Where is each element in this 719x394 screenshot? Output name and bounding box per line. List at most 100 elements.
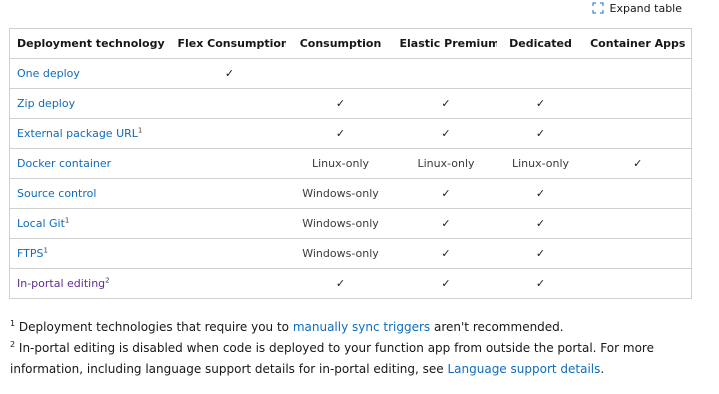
in-portal-editing-link[interactable]: In-portal editing [17, 277, 105, 290]
check-icon: ✓ [535, 97, 546, 110]
flex-consumption-cell [173, 238, 286, 269]
consumption-cell: ✓ [285, 118, 396, 149]
consumption-cell: Windows-only [285, 238, 396, 269]
footnote-2: 2 In-portal editing is disabled when cod… [10, 338, 700, 380]
check-icon: ✓ [441, 277, 451, 290]
deployment-technology-cell: Local Git1 [9, 208, 174, 239]
docker-container-link[interactable]: Docker container [17, 157, 111, 170]
check-icon: ✓ [335, 127, 346, 140]
table-row: Source control Windows-only ✓ ✓ [9, 178, 692, 209]
flex-consumption-cell [173, 208, 286, 239]
deployment-technology-cell: Source control [9, 178, 174, 209]
check-icon: ✓ [335, 277, 346, 290]
zip-deploy-link[interactable]: Zip deploy [17, 97, 75, 110]
elastic-premium-cell: ✓ [395, 268, 497, 299]
table-row: One deploy ✓ [9, 58, 692, 89]
language-support-details-link[interactable]: Language support details [447, 362, 600, 376]
deployment-technology-table: Deployment technology Flex Consumption C… [9, 28, 692, 299]
column-header-deployment-technology: Deployment technology [9, 28, 174, 59]
footnote-1: 1 Deployment technologies that require y… [10, 317, 700, 338]
expand-table-label: Expand table [609, 1, 683, 15]
dedicated-cell: ✓ [496, 238, 585, 269]
footnote-1-text-before: Deployment technologies that require you… [15, 320, 293, 334]
column-header-container-apps: Container Apps [584, 28, 692, 59]
consumption-cell [285, 58, 396, 89]
footnote-2-text-after: . [600, 362, 605, 376]
check-icon: ✓ [535, 277, 546, 290]
deployment-technology-cell: Docker container [9, 148, 174, 179]
footnotes: 1 Deployment technologies that require y… [10, 317, 700, 380]
source-control-link[interactable]: Source control [17, 187, 96, 200]
flex-consumption-cell [173, 148, 286, 179]
container-apps-cell [584, 118, 692, 149]
expand-icon [592, 2, 604, 14]
external-package-url-link[interactable]: External package URL [17, 127, 138, 140]
container-apps-cell [584, 238, 692, 269]
dedicated-cell: ✓ [496, 118, 585, 149]
consumption-cell: Windows-only [285, 178, 396, 209]
consumption-cell: Windows-only [285, 208, 396, 239]
table-row: In-portal editing2 ✓ ✓ ✓ [9, 268, 692, 299]
elastic-premium-cell: ✓ [395, 88, 497, 119]
table-row: Zip deploy ✓ ✓ ✓ [9, 88, 692, 119]
consumption-cell: Linux-only [285, 148, 396, 179]
elastic-premium-cell: ✓ [395, 238, 497, 269]
check-icon: ✓ [441, 247, 451, 260]
container-apps-cell [584, 178, 692, 209]
container-apps-cell [584, 208, 692, 239]
dedicated-cell: ✓ [496, 208, 585, 239]
deployment-technology-cell: In-portal editing2 [9, 268, 174, 299]
container-apps-cell [584, 58, 692, 89]
check-icon: ✓ [535, 217, 546, 230]
deployment-technology-cell: FTPS1 [9, 238, 174, 269]
support-note: Windows-only [302, 217, 379, 230]
footnote-1-text-after: aren't recommended. [430, 320, 564, 334]
container-apps-cell: ✓ [584, 148, 692, 179]
check-icon: ✓ [441, 97, 451, 110]
flex-consumption-cell [173, 268, 286, 299]
deployment-technology-cell: One deploy [9, 58, 174, 89]
table-row: External package URL1 ✓ ✓ ✓ [9, 118, 692, 149]
elastic-premium-cell [395, 58, 497, 89]
consumption-cell: ✓ [285, 268, 396, 299]
table-row: Local Git1 Windows-only ✓ ✓ [9, 208, 692, 239]
ftps-link[interactable]: FTPS [17, 247, 43, 260]
elastic-premium-cell: ✓ [395, 208, 497, 239]
table-row: FTPS1 Windows-only ✓ ✓ [9, 238, 692, 269]
flex-consumption-cell [173, 88, 286, 119]
check-icon: ✓ [535, 127, 546, 140]
flex-consumption-cell [173, 118, 286, 149]
support-note: Linux-only [417, 157, 475, 170]
one-deploy-link[interactable]: One deploy [17, 67, 80, 80]
column-header-consumption: Consumption [285, 28, 396, 59]
expand-table-button[interactable]: Expand table [592, 0, 683, 16]
footnote-marker: 1 [137, 126, 143, 135]
flex-consumption-cell [173, 178, 286, 209]
column-header-flex-consumption: Flex Consumption [173, 28, 286, 59]
container-apps-cell [584, 88, 692, 119]
local-git-link[interactable]: Local Git [17, 217, 65, 230]
footnote-marker: 1 [64, 216, 70, 225]
table-header-row: Deployment technology Flex Consumption C… [9, 28, 692, 59]
column-header-elastic-premium: Elastic Premium [395, 28, 497, 59]
deployment-technology-cell: External package URL1 [9, 118, 174, 149]
footnote-marker: 2 [105, 276, 110, 285]
flex-consumption-cell: ✓ [173, 58, 286, 89]
elastic-premium-cell: ✓ [395, 118, 497, 149]
table-row: Docker container Linux-only Linux-only Linu… [9, 148, 692, 179]
check-icon: ✓ [535, 187, 546, 200]
check-icon: ✓ [441, 187, 451, 200]
support-note: Windows-only [302, 187, 379, 200]
check-icon: ✓ [224, 67, 235, 80]
check-icon: ✓ [441, 217, 451, 230]
manually-sync-triggers-link[interactable]: manually sync triggers [293, 320, 430, 334]
check-icon: ✓ [335, 97, 346, 110]
dedicated-cell: ✓ [496, 268, 585, 299]
container-apps-cell [584, 268, 692, 299]
support-note: Linux-only [511, 157, 570, 170]
elastic-premium-cell: ✓ [395, 178, 497, 209]
support-note: Windows-only [302, 247, 379, 260]
deployment-technology-cell: Zip deploy [9, 88, 174, 119]
dedicated-cell: Linux-only [496, 148, 585, 179]
check-icon: ✓ [441, 127, 451, 140]
